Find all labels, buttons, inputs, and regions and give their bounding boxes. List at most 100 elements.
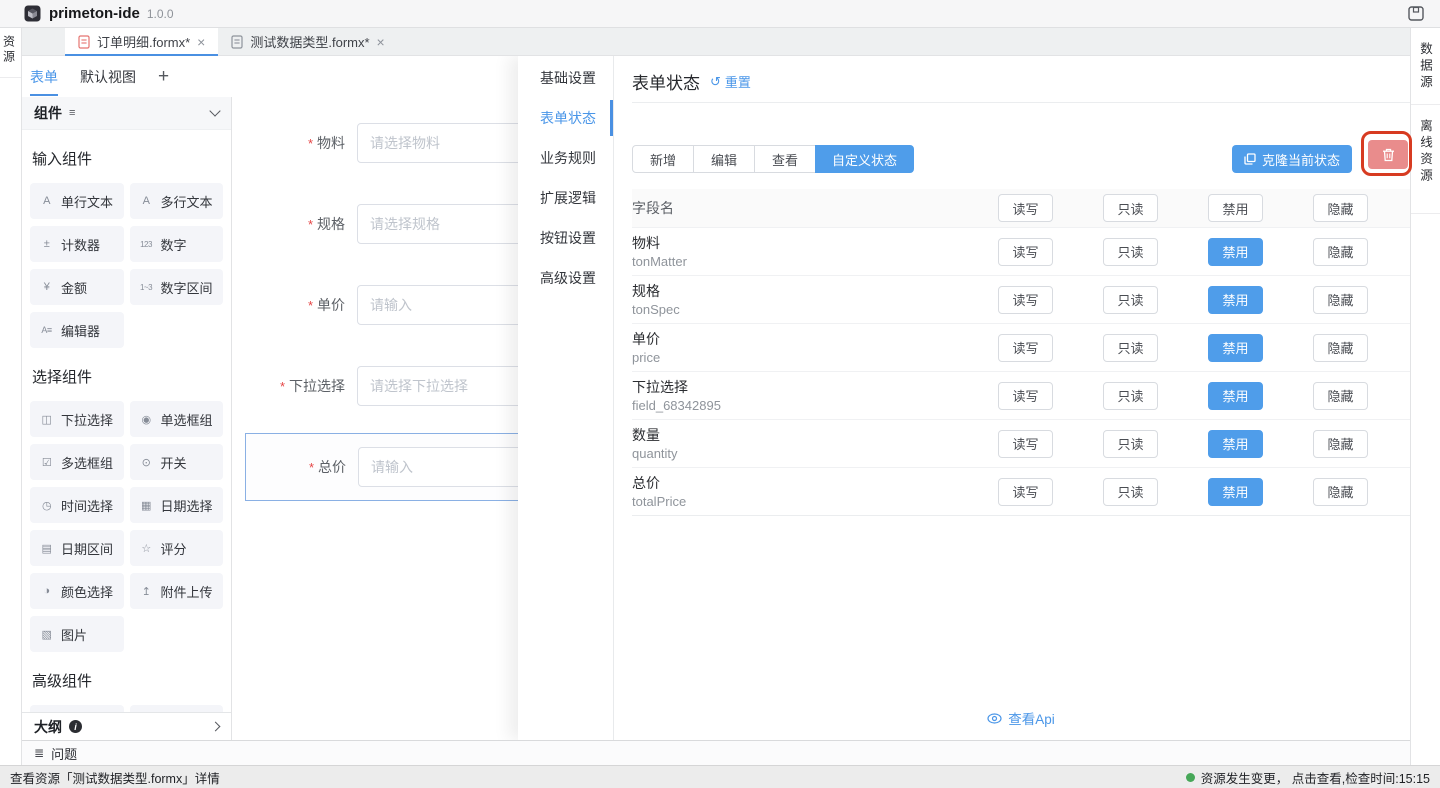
- state-disabled-button[interactable]: 禁用: [1208, 430, 1263, 458]
- view-api-link[interactable]: 查看Api: [632, 708, 1410, 728]
- state-disabled-button[interactable]: 禁用: [1208, 238, 1263, 266]
- state-readonly-button[interactable]: 只读: [1103, 334, 1158, 362]
- component-item-date-picker[interactable]: ▦日期选择: [130, 487, 224, 523]
- page-title: 表单状态: [632, 69, 700, 94]
- state-readwrite-button[interactable]: 读写: [998, 286, 1053, 314]
- tab-label: 订单明细.formx*: [97, 32, 190, 51]
- form-field-total-price[interactable]: *总价: [246, 447, 518, 487]
- app-version: 1.0.0: [147, 7, 174, 21]
- close-icon[interactable]: ×: [377, 35, 385, 49]
- settings-menu-button-settings[interactable]: 按钮设置: [518, 218, 613, 258]
- state-readwrite-button[interactable]: 读写: [998, 334, 1053, 362]
- form-field-unit-price[interactable]: *单价: [232, 285, 518, 325]
- component-item-upload[interactable]: ↥附件上传: [130, 573, 224, 609]
- header-state-hidden[interactable]: 隐藏: [1313, 194, 1368, 222]
- delete-state-button[interactable]: [1368, 140, 1408, 169]
- view-tab-default-view[interactable]: 默认视图: [80, 56, 136, 98]
- state-readwrite-button[interactable]: 读写: [998, 238, 1053, 266]
- state-hidden-button[interactable]: 隐藏: [1313, 286, 1368, 314]
- unit-price-input[interactable]: [357, 285, 518, 325]
- tab-test-datatype-formx[interactable]: 测试数据类型.formx* ×: [218, 28, 397, 55]
- component-item-time-picker[interactable]: ◷时间选择: [30, 487, 124, 523]
- close-icon[interactable]: ×: [197, 35, 205, 49]
- mode-tab-view[interactable]: 查看: [754, 145, 816, 173]
- component-item-date-range[interactable]: ▤日期区间: [30, 530, 124, 566]
- component-item-currency[interactable]: ¥金额: [30, 269, 124, 305]
- state-disabled-button[interactable]: 禁用: [1208, 334, 1263, 362]
- header-state-disabled[interactable]: 禁用: [1208, 194, 1263, 222]
- settings-menu-extension-logic[interactable]: 扩展逻辑: [518, 178, 613, 218]
- state-hidden-button[interactable]: 隐藏: [1313, 238, 1368, 266]
- status-change-notice[interactable]: 资源发生变更， 点击查看,检查时间:15:15: [1186, 768, 1430, 787]
- state-readwrite-button[interactable]: 读写: [998, 478, 1053, 506]
- problems-bar[interactable]: ≣ 问题: [22, 740, 1410, 765]
- components-panel-header[interactable]: 组件 ≡: [22, 97, 231, 130]
- state-readonly-button[interactable]: 只读: [1103, 478, 1158, 506]
- component-item-partial[interactable]: [30, 705, 124, 712]
- clone-current-state-button[interactable]: 克隆当前状态: [1232, 145, 1352, 173]
- selected-field-outline[interactable]: *总价: [245, 433, 518, 501]
- status-resource-detail[interactable]: 查看资源「测试数据类型.formx」详情: [10, 768, 220, 787]
- view-tab-form[interactable]: 表单: [30, 56, 58, 98]
- state-readonly-button[interactable]: 只读: [1103, 286, 1158, 314]
- header-state-readwrite[interactable]: 读写: [998, 194, 1053, 222]
- total-price-input[interactable]: [358, 447, 518, 487]
- spec-select-input[interactable]: [357, 204, 518, 244]
- reset-link[interactable]: ↺ 重置: [710, 72, 751, 91]
- outline-row[interactable]: 大纲 i: [22, 712, 231, 740]
- component-item-single-line-text[interactable]: A单行文本: [30, 183, 124, 219]
- component-item-color-picker[interactable]: ◑颜色选择: [30, 573, 124, 609]
- state-readonly-button[interactable]: 只读: [1103, 382, 1158, 410]
- tab-order-detail-formx[interactable]: 订单明细.formx* ×: [65, 28, 218, 55]
- add-view-button[interactable]: +: [158, 55, 169, 99]
- form-field-spec[interactable]: *规格: [232, 204, 518, 244]
- component-item-number-range[interactable]: 1~3数字区间: [130, 269, 224, 305]
- material-select-input[interactable]: [357, 123, 518, 163]
- header-state-readonly[interactable]: 只读: [1103, 194, 1158, 222]
- workspace-save-icon[interactable]: [1408, 6, 1424, 21]
- component-item-editor[interactable]: A≡编辑器: [30, 312, 124, 348]
- offline-resources-strip-label: 离线资源: [1416, 119, 1435, 185]
- state-disabled-button[interactable]: 禁用: [1208, 382, 1263, 410]
- form-field-material[interactable]: *物料: [232, 123, 518, 163]
- component-item-dropdown[interactable]: ◫下拉选择: [30, 401, 124, 437]
- state-readwrite-button[interactable]: 读写: [998, 430, 1053, 458]
- settings-menu-form-state[interactable]: 表单状态: [518, 98, 613, 138]
- state-readwrite-button[interactable]: 读写: [998, 382, 1053, 410]
- offline-resources-strip-tab[interactable]: 离线资源: [1411, 105, 1440, 214]
- settings-menu-basic[interactable]: 基础设置: [518, 58, 613, 98]
- mode-tab-custom-state[interactable]: 自定义状态: [815, 145, 914, 173]
- field-label: *下拉选择: [232, 376, 345, 396]
- state-hidden-button[interactable]: 隐藏: [1313, 430, 1368, 458]
- state-disabled-button[interactable]: 禁用: [1208, 478, 1263, 506]
- settings-menu-advanced[interactable]: 高级设置: [518, 258, 613, 298]
- component-item-checkbox-group[interactable]: ☑多选框组: [30, 444, 124, 480]
- state-readonly-button[interactable]: 只读: [1103, 238, 1158, 266]
- settings-menu-business-rules[interactable]: 业务规则: [518, 138, 613, 178]
- component-item-multiline-text[interactable]: A多行文本: [130, 183, 224, 219]
- editor-icon: A≡: [39, 325, 54, 335]
- mode-tab-new[interactable]: 新增: [632, 145, 694, 173]
- component-item-counter[interactable]: ±计数器: [30, 226, 124, 262]
- table-row: 物料tonMatter 读写 只读 禁用 隐藏: [632, 227, 1410, 275]
- component-item-partial[interactable]: [130, 705, 224, 712]
- chevron-right-icon[interactable]: [211, 722, 221, 732]
- component-item-radio-group[interactable]: ◉单选框组: [130, 401, 224, 437]
- resources-strip-label[interactable]: 资源: [4, 35, 18, 65]
- field-name-cell: 数量quantity: [632, 426, 948, 462]
- datasource-strip-tab[interactable]: 数据源: [1411, 28, 1440, 105]
- component-item-rating[interactable]: ☆评分: [130, 530, 224, 566]
- state-disabled-button[interactable]: 禁用: [1208, 286, 1263, 314]
- mode-tab-edit[interactable]: 编辑: [693, 145, 755, 173]
- state-hidden-button[interactable]: 隐藏: [1313, 478, 1368, 506]
- state-hidden-button[interactable]: 隐藏: [1313, 382, 1368, 410]
- form-field-dropdown[interactable]: *下拉选择: [232, 366, 518, 406]
- component-item-number[interactable]: 123数字: [130, 226, 224, 262]
- component-item-switch[interactable]: ⊙开关: [130, 444, 224, 480]
- state-hidden-button[interactable]: 隐藏: [1313, 334, 1368, 362]
- dropdown-select-input[interactable]: [357, 366, 518, 406]
- component-item-image[interactable]: ▧图片: [30, 616, 124, 652]
- state-readonly-button[interactable]: 只读: [1103, 430, 1158, 458]
- component-label: 数字区间: [161, 278, 213, 297]
- chevron-down-icon[interactable]: [209, 105, 220, 116]
